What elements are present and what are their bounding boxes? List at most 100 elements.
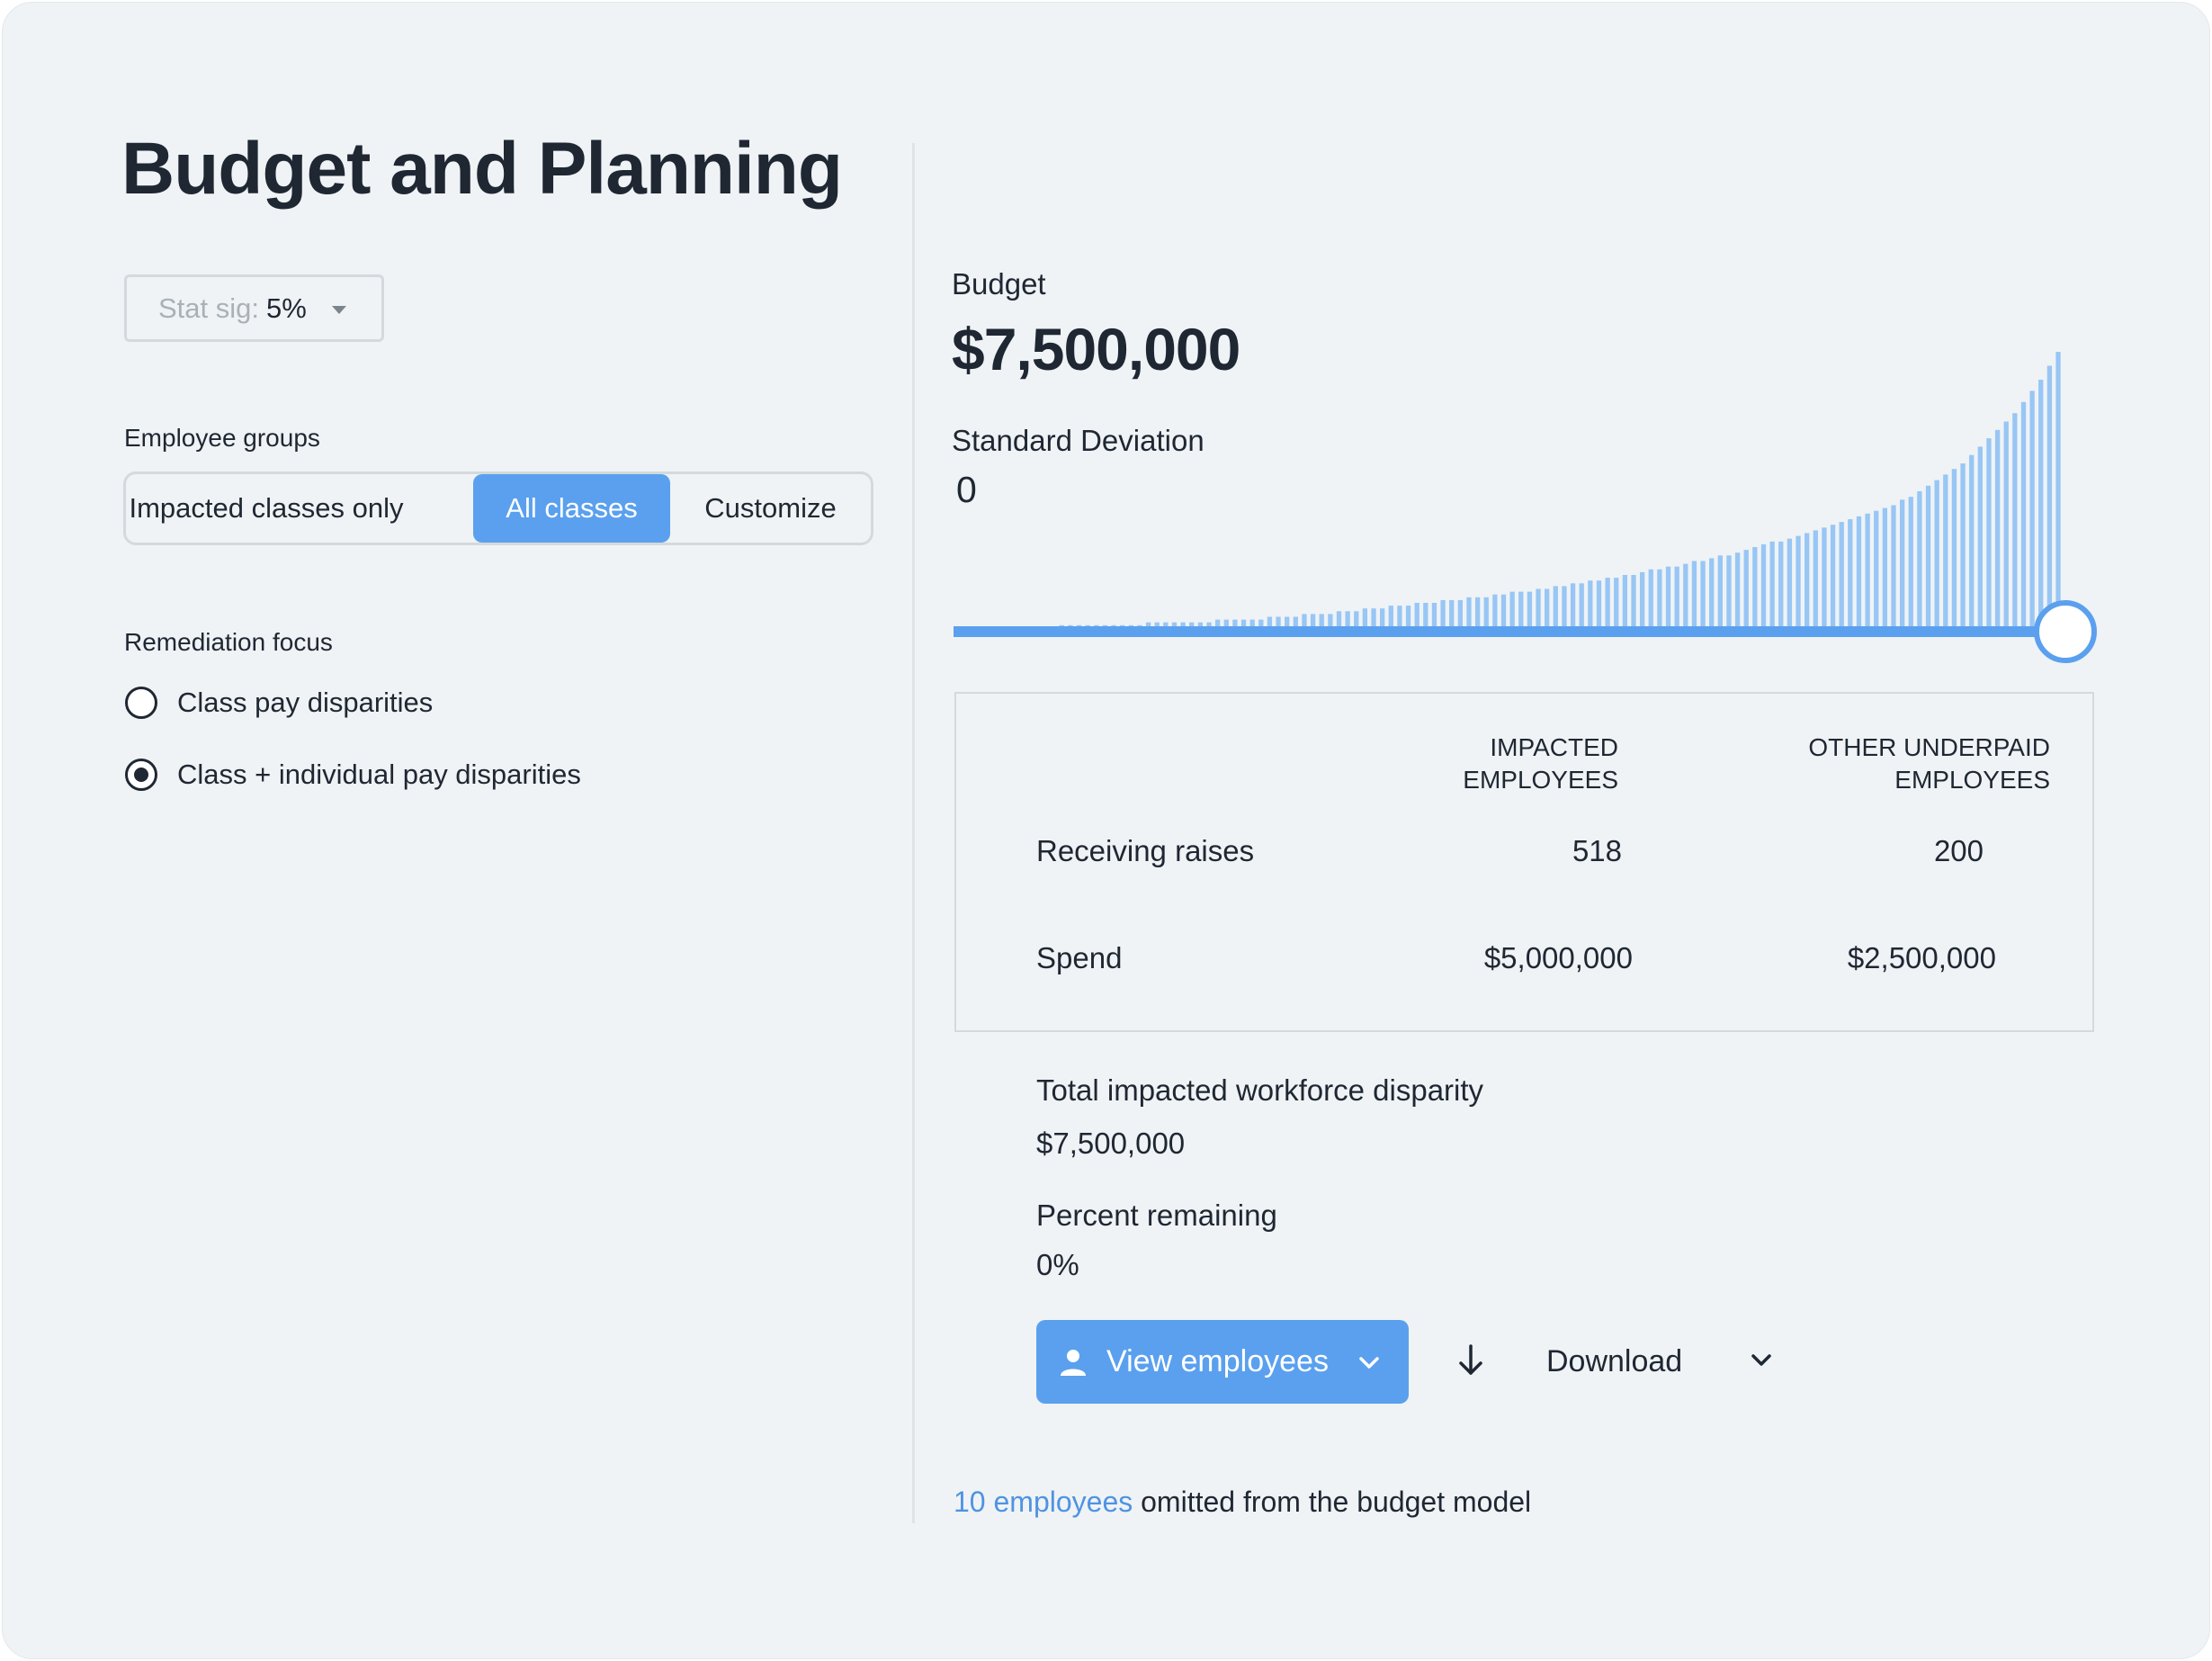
disparity-label: Total impacted workforce disparity: [1036, 1073, 1484, 1107]
histogram-bar: [1614, 578, 1619, 631]
histogram-bar: [1891, 505, 1896, 631]
histogram-bar: [2020, 401, 2027, 631]
histogram-bar: [2012, 413, 2018, 631]
col-header-impacted: IMPACTED EMPLOYEES: [1402, 732, 1618, 796]
slider-thumb[interactable]: [2034, 600, 2097, 663]
remediation-focus-label: Remediation focus: [124, 628, 333, 656]
radio-label: Class + individual pay disparities: [177, 759, 581, 790]
radio-class-pay-disparities[interactable]: Class pay disparities: [125, 687, 433, 719]
histogram-bar: [1822, 527, 1827, 631]
radio-unchecked-icon[interactable]: [125, 687, 157, 719]
slider-fill: [954, 626, 2067, 637]
histogram-bar: [1882, 507, 1888, 631]
histogram-bar: [1466, 597, 1472, 631]
histogram-bar: [2029, 391, 2035, 631]
histogram-bar: [1752, 547, 1758, 631]
stat-sig-dropdown[interactable]: Stat sig: 5%: [124, 274, 384, 342]
histogram-bar: [1743, 550, 1749, 631]
stat-sig-label: Stat sig:: [158, 292, 259, 324]
histogram-bar: [2046, 365, 2053, 631]
histogram-bar: [1700, 561, 1706, 631]
histogram-bar: [1805, 533, 1810, 631]
omitted-employees-link[interactable]: 10 employees: [954, 1486, 1133, 1518]
histogram-bar: [1440, 599, 1446, 631]
col-header-other-underpaid: OTHER UNDERPAID EMPLOYEES: [1744, 732, 2050, 796]
view-employees-label: View employees: [1106, 1344, 1329, 1378]
cell-impacted-spend: $5,000,000: [1483, 941, 1633, 974]
histogram-bar: [1622, 575, 1628, 631]
histogram-bar: [1639, 571, 1645, 631]
histogram-bar: [1734, 552, 1741, 631]
radio-class-individual-pay-disparities[interactable]: Class + individual pay disparities: [125, 759, 581, 791]
download-arrow-icon[interactable]: [1453, 1342, 1489, 1378]
histogram-bar: [1796, 535, 1801, 631]
histogram-bar: [1509, 591, 1515, 631]
disparity-value: $7,500,000: [1036, 1127, 1186, 1160]
histogram-bar: [1760, 543, 1767, 631]
histogram-bar: [1986, 438, 1992, 631]
histogram-bar: [1665, 566, 1671, 631]
histogram-bar: [1717, 555, 1723, 631]
histogram-bar: [1536, 588, 1541, 631]
budget-distribution-chart: [954, 352, 2097, 663]
download-button[interactable]: Download: [1546, 1344, 1682, 1379]
histogram-bar: [1449, 599, 1455, 631]
histogram-bar: [1994, 429, 2001, 631]
budget-label: Budget: [952, 267, 1046, 301]
histogram-bar: [1596, 580, 1602, 631]
segment-customize[interactable]: Customize: [670, 474, 871, 543]
row-label-receiving-raises: Receiving raises: [1036, 834, 1255, 867]
radio-label: Class pay disparities: [177, 687, 434, 718]
histogram-bar: [1545, 588, 1550, 631]
cell-other-spend: $2,500,000: [1847, 941, 1996, 974]
histogram-bar: [1899, 499, 1905, 631]
omitted-employees-text: omitted from the budget model: [1133, 1486, 1532, 1518]
col-header-line: EMPLOYEES: [1463, 766, 1618, 794]
histogram-bar: [1631, 575, 1636, 631]
chevron-down-icon: [1359, 1356, 1379, 1369]
histogram-bar: [1830, 525, 1836, 631]
histogram-bar: [1691, 561, 1697, 631]
histogram-bar: [1960, 463, 1966, 631]
histogram-bar: [1500, 594, 1507, 631]
histogram-bar: [1709, 558, 1715, 631]
row-label-spend: Spend: [1036, 941, 1123, 974]
histogram-bar: [1769, 541, 1775, 631]
segment-all-classes[interactable]: All classes: [473, 474, 670, 543]
budget-planning-card: Budget and Planning Stat sig: 5% Employe…: [2, 2, 2210, 1659]
view-employees-button[interactable]: View employees: [1036, 1320, 1409, 1404]
histogram-bar: [1848, 519, 1853, 631]
caret-down-icon: [331, 306, 346, 314]
chevron-down-icon[interactable]: [1748, 1347, 1775, 1374]
radio-checked-icon[interactable]: [125, 759, 157, 791]
histogram-bar: [1518, 591, 1524, 631]
histogram-bar: [1865, 513, 1870, 631]
histogram-bar: [1977, 446, 1983, 631]
histogram-bar: [1683, 563, 1688, 631]
histogram-bar: [1951, 469, 1957, 631]
histogram-bar: [1813, 530, 1818, 631]
histogram-bar: [1787, 538, 1793, 631]
histogram-bar: [1943, 474, 1948, 631]
segment-impacted-classes-only[interactable]: Impacted classes only: [126, 474, 407, 543]
histogram-bar: [1570, 583, 1576, 631]
col-header-line: OTHER UNDERPAID: [1808, 733, 2050, 761]
histogram-bar: [1874, 510, 1879, 631]
histogram-bar: [2055, 352, 2061, 631]
histogram-bar: [1917, 491, 1922, 631]
histogram-bar: [1934, 480, 1939, 631]
col-header-line: EMPLOYEES: [1894, 766, 2050, 794]
histogram-bar: [1605, 578, 1610, 631]
percent-remaining-label: Percent remaining: [1036, 1199, 1277, 1232]
histogram-bar: [1908, 497, 1913, 631]
histogram-bar: [1648, 569, 1653, 631]
col-header-line: IMPACTED: [1490, 733, 1618, 761]
vertical-divider: [912, 143, 915, 1523]
histogram-bar: [1588, 580, 1593, 631]
histogram-bar: [1579, 583, 1584, 631]
raises-table: IMPACTED EMPLOYEES OTHER UNDERPAID EMPLO…: [954, 692, 2094, 1032]
histogram-bar: [1856, 516, 1862, 631]
histogram-bar: [1657, 569, 1662, 631]
histogram-bar: [1562, 586, 1567, 631]
histogram-bar: [2003, 421, 2009, 631]
